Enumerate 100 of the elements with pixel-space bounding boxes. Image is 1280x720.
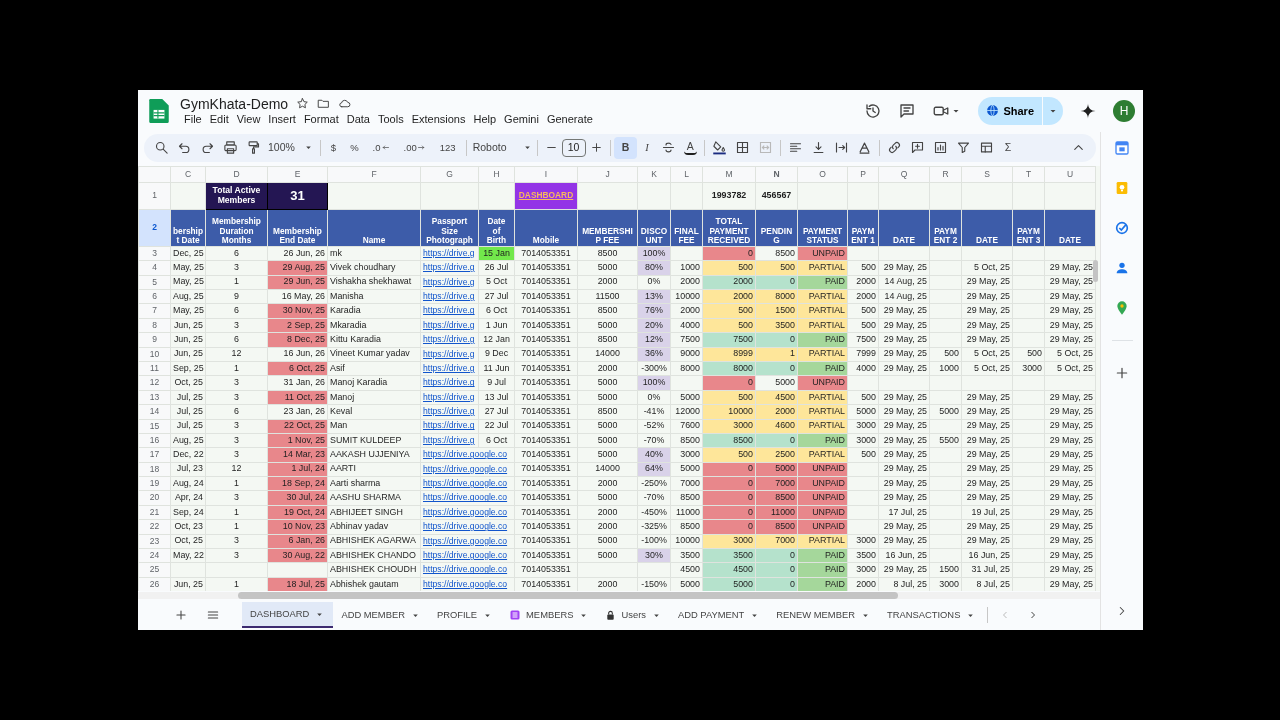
photo-link[interactable]: https://drive.g <box>420 361 479 376</box>
photo-link[interactable]: https://drive.g <box>420 347 479 362</box>
column-header[interactable]: M <box>702 166 756 183</box>
star-icon[interactable] <box>296 97 310 111</box>
column-header[interactable]: N <box>755 166 798 183</box>
column-header[interactable]: K <box>637 166 671 183</box>
row-header[interactable]: 2 <box>138 209 171 247</box>
sheet-tab[interactable]: PROFILE <box>428 602 502 629</box>
column-header[interactable]: Q <box>878 166 930 183</box>
horizontal-scrollbar[interactable] <box>138 592 1100 600</box>
scrollbar-thumb[interactable] <box>238 592 898 600</box>
photo-link[interactable]: https://drive.g <box>420 419 479 434</box>
photo-link[interactable]: https://drive.google.co <box>420 476 515 491</box>
sheet-tab[interactable]: DASHBOARD <box>242 602 334 629</box>
strikethrough-icon[interactable] <box>660 140 676 156</box>
sheet-tab[interactable]: TRANSACTIONS <box>878 602 985 629</box>
column-header[interactable]: H <box>478 166 515 183</box>
comment-icon[interactable] <box>898 101 917 120</box>
history-icon[interactable] <box>864 101 883 120</box>
filter-views-icon[interactable] <box>978 140 994 156</box>
column-header[interactable]: C <box>170 166 206 183</box>
photo-link[interactable]: https://drive.g <box>420 332 479 348</box>
add-sheet-icon[interactable] <box>174 608 188 623</box>
chart-icon[interactable] <box>932 140 948 156</box>
format-button[interactable]: 123 <box>436 136 459 159</box>
photo-link[interactable]: https://drive.g <box>420 404 479 419</box>
photo-link[interactable]: https://drive.google.co <box>420 548 515 563</box>
font-size-field[interactable]: 10 <box>561 138 586 157</box>
redo-icon[interactable] <box>200 140 215 156</box>
fill-color-icon[interactable] <box>711 140 727 156</box>
filter-icon[interactable] <box>955 140 971 156</box>
menu-item[interactable]: Generate <box>542 111 597 126</box>
text-style-button[interactable]: B <box>613 136 638 159</box>
search-icon[interactable] <box>154 140 169 156</box>
borders-icon[interactable] <box>734 140 750 156</box>
sheet-tab[interactable]: ADD MEMBER <box>333 602 429 629</box>
photo-link[interactable]: https://drive.g <box>420 260 479 276</box>
photo-link[interactable]: https://drive.google.co <box>420 505 515 520</box>
align-bottom-icon[interactable] <box>810 140 826 156</box>
column-header[interactable]: F <box>327 166 421 183</box>
zoom-dropdown[interactable]: 100% <box>265 136 317 159</box>
share-button[interactable]: Share <box>978 96 1042 125</box>
column-header[interactable]: T <box>1012 166 1045 183</box>
font-dropdown[interactable]: Roboto <box>469 136 534 159</box>
menu-item[interactable]: Tools <box>373 111 408 126</box>
menu-item[interactable]: Edit <box>205 111 233 126</box>
column-header[interactable]: D <box>205 166 268 183</box>
photo-link[interactable]: https://drive.g <box>420 275 479 290</box>
paint-roller-icon[interactable] <box>246 140 261 156</box>
undo-icon[interactable] <box>177 140 192 156</box>
photo-link[interactable]: https://drive.g <box>420 390 479 405</box>
format-button[interactable]: % <box>347 136 362 159</box>
calendar-icon[interactable] <box>1114 139 1130 156</box>
column-header[interactable]: L <box>670 166 703 183</box>
photo-link[interactable]: https://drive.g <box>420 375 479 391</box>
menu-item[interactable]: Help <box>469 111 501 126</box>
add-comment-icon[interactable] <box>909 140 925 156</box>
sheet-tab[interactable]: RENEW MEMBER <box>768 602 879 629</box>
print-icon[interactable] <box>223 140 238 156</box>
text-style-button[interactable]: I <box>637 136 657 159</box>
photo-link[interactable]: https://drive.g <box>420 318 479 333</box>
scrollbar-thumb[interactable] <box>1093 259 1098 282</box>
menu-item[interactable]: Gemini <box>500 111 543 126</box>
photo-link[interactable]: https://drive.google.co <box>420 490 515 506</box>
link-icon[interactable] <box>886 140 902 156</box>
menu-item[interactable]: View <box>232 111 265 126</box>
sheets-logo-icon[interactable] <box>146 97 172 124</box>
task-check-icon[interactable] <box>1114 219 1130 236</box>
column-header[interactable]: U <box>1044 166 1096 183</box>
photo-link[interactable]: https://drive.g <box>420 289 479 304</box>
column-header[interactable]: S <box>961 166 1013 183</box>
format-button[interactable]: $ <box>327 136 340 159</box>
photo-link[interactable]: https://drive.g <box>420 433 479 448</box>
photo-link[interactable]: https://drive.google.co <box>420 534 515 549</box>
column-header[interactable]: O <box>797 166 848 183</box>
photo-link[interactable]: https://drive.google.co <box>420 562 515 578</box>
photo-link[interactable]: https://drive.g <box>420 246 479 261</box>
sheet-tab[interactable]: MEMBERS <box>501 602 598 629</box>
menu-item[interactable]: Format <box>299 111 343 126</box>
format-button[interactable]: .00 <box>400 136 429 159</box>
photo-link[interactable]: https://drive.google.co <box>420 519 515 535</box>
map-pin-icon[interactable] <box>1114 299 1130 316</box>
column-header[interactable]: I <box>514 166 578 183</box>
column-header[interactable]: J <box>577 166 638 183</box>
document-title[interactable]: GymKhata-Demo <box>180 95 289 112</box>
menu-item[interactable]: Data <box>342 111 374 126</box>
row-header[interactable]: 1 <box>138 182 171 210</box>
column-header[interactable]: E <box>267 166 328 183</box>
photo-link[interactable]: https://drive.g <box>420 303 479 319</box>
format-button[interactable]: .0 <box>369 136 393 159</box>
menu-item[interactable]: Insert <box>264 111 300 126</box>
photo-link[interactable]: https://drive.google.co <box>420 462 515 477</box>
photo-link[interactable]: https://drive.google.co <box>420 577 515 592</box>
avatar[interactable]: H <box>1113 99 1135 122</box>
column-header[interactable]: P <box>847 166 879 183</box>
menu-item[interactable]: File <box>180 111 206 126</box>
column-header[interactable]: R <box>929 166 962 183</box>
sheet-tab[interactable]: Users <box>597 602 670 629</box>
merge-cells-icon[interactable] <box>757 140 773 156</box>
plus-icon[interactable] <box>589 141 603 155</box>
